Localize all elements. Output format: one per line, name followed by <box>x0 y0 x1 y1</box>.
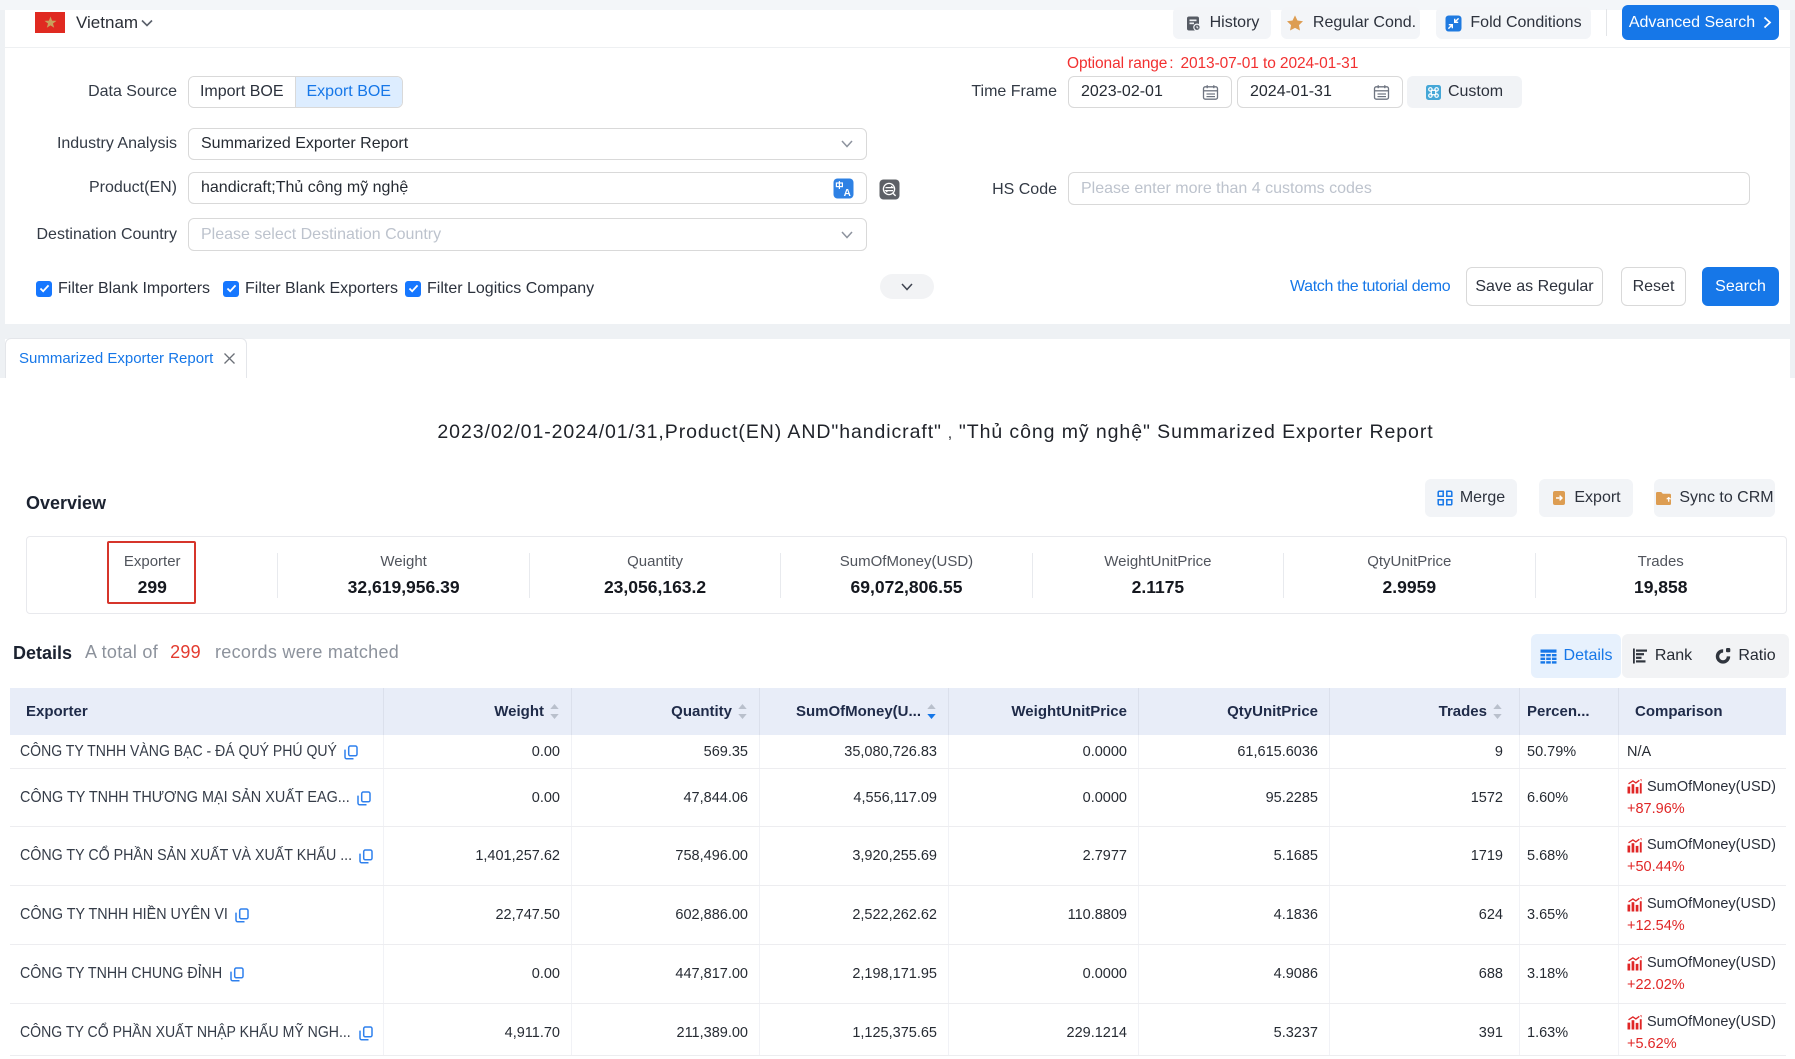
svg-text:A: A <box>844 187 851 198</box>
